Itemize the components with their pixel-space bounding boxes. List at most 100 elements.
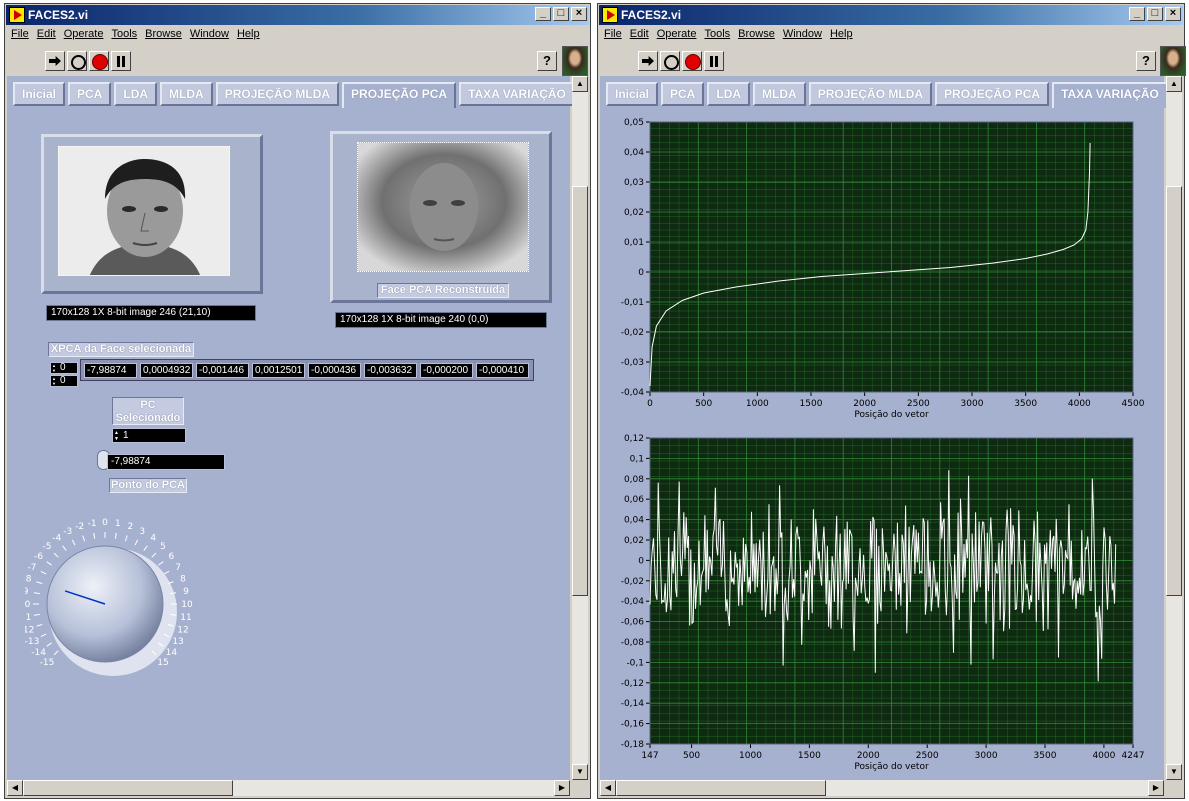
- help-icon[interactable]: ?: [1136, 51, 1156, 71]
- scroll-down-icon[interactable]: ▼: [1166, 764, 1182, 780]
- scroll-right-icon[interactable]: ▶: [554, 780, 570, 796]
- scroll-thumb[interactable]: [1166, 186, 1182, 596]
- scroll-left-icon[interactable]: ◀: [7, 780, 23, 796]
- menu-window[interactable]: Window: [186, 26, 233, 42]
- array-index-col[interactable]: 0: [50, 375, 78, 387]
- tab-inicial[interactable]: Inicial: [606, 82, 659, 106]
- pc-selected-control[interactable]: ▲ ▼ 1: [112, 428, 186, 443]
- tab-lda[interactable]: LDA: [707, 82, 751, 106]
- array-cell[interactable]: -0,000410: [476, 363, 529, 378]
- run-continuously-icon[interactable]: [67, 51, 87, 71]
- y-tick-label: 0,12: [624, 434, 644, 444]
- x-tick-label: 1500: [800, 399, 823, 409]
- array-cell[interactable]: -0,001446: [196, 363, 249, 378]
- close-button[interactable]: ×: [1165, 7, 1181, 21]
- menu-operate[interactable]: Operate: [60, 26, 108, 42]
- array-cell[interactable]: -7,98874: [84, 363, 137, 378]
- menu-edit[interactable]: Edit: [626, 26, 653, 42]
- face-image[interactable]: [58, 146, 230, 276]
- scroll-thumb[interactable]: [616, 780, 826, 796]
- tab-lda[interactable]: LDA: [114, 82, 158, 106]
- knob-tick-label: -2: [75, 522, 84, 532]
- tab-bar: Inicial PCA LDA MLDA PROJEÇÃO MLDA PROJEÇÃO P…: [13, 82, 578, 108]
- array-cell[interactable]: -0,003632: [364, 363, 417, 378]
- pause-icon[interactable]: [111, 51, 131, 71]
- scroll-down-icon[interactable]: ▼: [572, 764, 588, 780]
- scroll-right-icon[interactable]: ▶: [1148, 780, 1164, 796]
- scroll-thumb[interactable]: [23, 780, 233, 796]
- knob-tick-label: -1: [88, 519, 97, 529]
- reconstructed-face-image[interactable]: [357, 142, 529, 272]
- run-icon[interactable]: [638, 51, 658, 71]
- array-cell[interactable]: -0,000436: [308, 363, 361, 378]
- menu-browse[interactable]: Browse: [734, 26, 779, 42]
- knob-tick: [53, 650, 59, 656]
- tab-projecao-mlda[interactable]: PROJEÇÃO MLDA: [808, 82, 933, 106]
- close-button[interactable]: ×: [571, 7, 587, 21]
- menu-tools[interactable]: Tools: [700, 26, 734, 42]
- tab-mlda[interactable]: MLDA: [160, 82, 213, 106]
- maximize-button[interactable]: □: [1147, 7, 1163, 21]
- horizontal-scrollbar[interactable]: ◀ ▶: [7, 780, 570, 796]
- maximize-button[interactable]: □: [553, 7, 569, 21]
- knob-tick: [46, 561, 52, 566]
- horizontal-scrollbar[interactable]: ◀ ▶: [600, 780, 1164, 796]
- x-tick-label: 3500: [1034, 751, 1057, 761]
- knob-tick: [53, 552, 59, 558]
- scroll-thumb[interactable]: [572, 186, 588, 596]
- tab-projecao-mlda[interactable]: PROJEÇÃO MLDA: [215, 82, 340, 106]
- x-tick-label: 1000: [739, 751, 762, 761]
- tab-pca[interactable]: PCA: [661, 82, 705, 106]
- menu-window[interactable]: Window: [779, 26, 826, 42]
- scroll-up-icon[interactable]: ▲: [572, 76, 588, 92]
- menu-edit[interactable]: Edit: [33, 26, 60, 42]
- tab-taxa-variacao[interactable]: TAXA VARIAÇÃO: [1052, 82, 1168, 108]
- menu-browse[interactable]: Browse: [141, 26, 186, 42]
- tab-mlda[interactable]: MLDA: [753, 82, 806, 106]
- pause-icon[interactable]: [704, 51, 724, 71]
- menu-file[interactable]: File: [7, 26, 33, 42]
- minimize-button[interactable]: _: [535, 7, 551, 21]
- knob-tick: [93, 532, 96, 539]
- run-icon[interactable]: [45, 51, 65, 71]
- x-tick-label: 500: [683, 751, 700, 761]
- abort-icon[interactable]: [89, 51, 109, 71]
- menu-tools[interactable]: Tools: [107, 26, 141, 42]
- y-tick-label: 0,05: [624, 118, 644, 128]
- knob-tick-label: 5: [160, 542, 166, 552]
- scroll-up-icon[interactable]: ▲: [1166, 76, 1182, 92]
- array-index-row[interactable]: 0: [50, 362, 78, 374]
- tab-bar: Inicial PCA LDA MLDA PROJEÇÃO MLDA PROJEÇÃO P…: [606, 82, 1171, 108]
- menu-help[interactable]: Help: [826, 26, 857, 42]
- point-value-field[interactable]: -7,98874: [107, 454, 225, 470]
- array-cell[interactable]: -0,000200: [420, 363, 473, 378]
- tab-projecao-pca[interactable]: PROJEÇÃO PCA: [342, 82, 457, 108]
- tab-projecao-pca[interactable]: PROJEÇÃO PCA: [935, 82, 1050, 106]
- y-tick-label: -0,08: [621, 638, 645, 648]
- vertical-scrollbar[interactable]: ▲ ▼: [1166, 76, 1182, 780]
- minimize-button[interactable]: _: [1129, 7, 1145, 21]
- help-icon[interactable]: ?: [537, 51, 557, 71]
- vi-connector-icon: [1160, 46, 1186, 76]
- y-tick-label: 0: [638, 268, 644, 278]
- labview-vi-icon: [9, 7, 25, 23]
- tab-inicial[interactable]: Inicial: [13, 82, 66, 106]
- abort-icon[interactable]: [682, 51, 702, 71]
- vertical-scrollbar[interactable]: ▲ ▼: [572, 76, 588, 780]
- array-cell[interactable]: 0,0012501: [252, 363, 305, 378]
- menu-operate[interactable]: Operate: [653, 26, 701, 42]
- menu-help[interactable]: Help: [233, 26, 264, 42]
- scroll-left-icon[interactable]: ◀: [600, 780, 616, 796]
- title-bar[interactable]: FACES2.vi _ □ ×: [6, 5, 589, 25]
- run-continuously-icon[interactable]: [660, 51, 680, 71]
- pc-selected-label: PC Selecionado: [112, 397, 184, 425]
- title-bar[interactable]: FACES2.vi _ □ ×: [599, 5, 1183, 25]
- array-cell[interactable]: 0,0004932: [140, 363, 193, 378]
- tab-pca[interactable]: PCA: [68, 82, 112, 106]
- pca-point-knob[interactable]: -15-14-13-12-11-10-9-8-7-6-5-4-3-2-10123…: [25, 492, 285, 702]
- toolbar: ?: [7, 44, 588, 76]
- tab-taxa-variacao[interactable]: TAXA VARIAÇÃO: [459, 82, 575, 106]
- spin-arrows-icon[interactable]: ▲ ▼: [114, 430, 121, 442]
- y-tick-label: 0,04: [624, 148, 644, 158]
- menu-file[interactable]: File: [600, 26, 626, 42]
